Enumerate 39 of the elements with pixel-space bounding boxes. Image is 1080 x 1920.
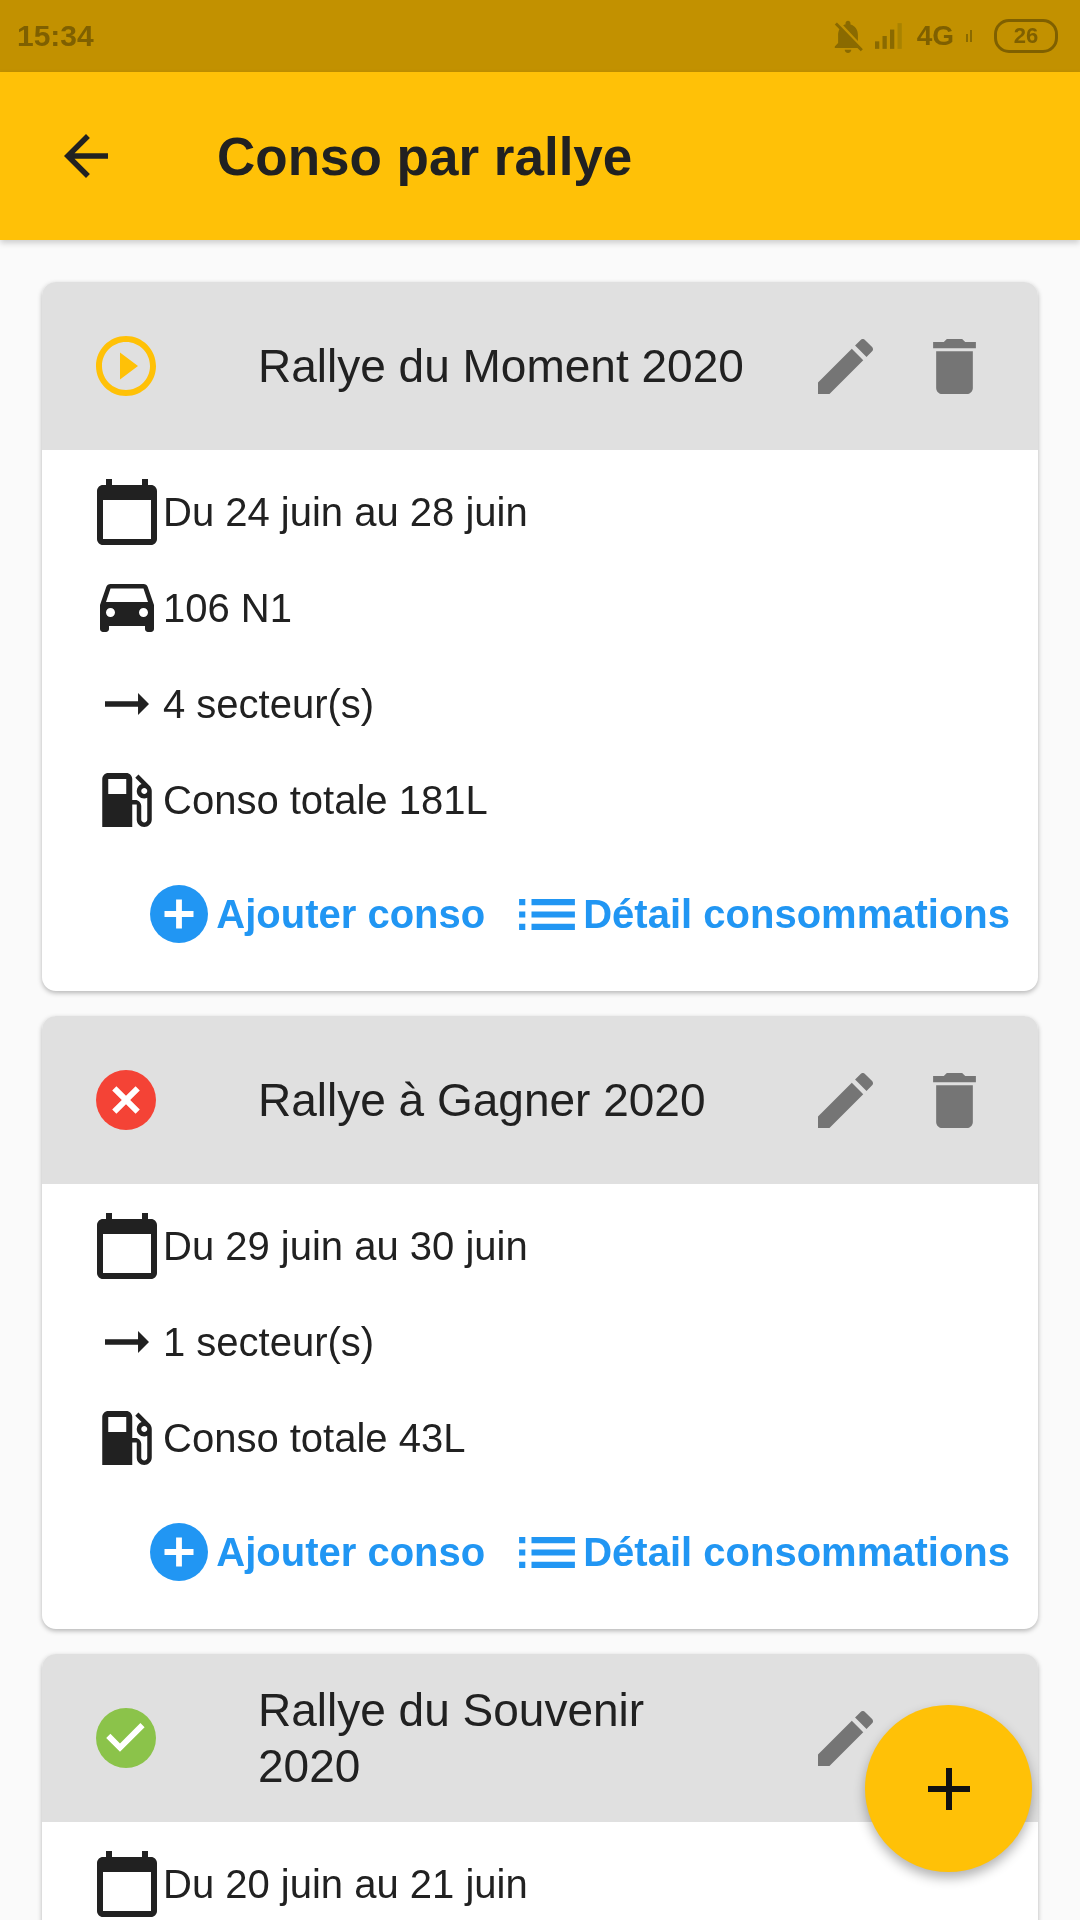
consumption-details-link[interactable]: Détail consommations [519,1529,1010,1575]
add-circle-icon [150,1523,209,1581]
screen-title: Conso par rallye [217,125,633,187]
edit-icon[interactable] [818,1710,873,1766]
edit-icon[interactable] [818,1072,873,1128]
sector-count-text: 1 secteur(s) [163,1319,375,1365]
calendar-icon [97,1213,157,1279]
battery-indicator: 26 [994,19,1058,53]
add-circle-icon [150,885,209,943]
delete-icon[interactable] [933,1072,976,1128]
rally-title: Rallye du Moment 2020 [258,339,744,394]
sector-count-text: 4 secteur(s) [163,681,375,727]
fuel-total-text: Conso totale 43L [163,1415,466,1461]
rally-title: Rallye à Gagner 2020 [258,1073,706,1128]
date-range-text: Du 29 juin au 30 juin [163,1223,528,1269]
fuel-pump-icon [102,773,152,827]
delete-icon[interactable] [933,338,976,394]
list-icon [519,1536,576,1568]
data-activity-icon [966,30,972,42]
fuel-total-text: Conso totale 181L [163,777,488,823]
calendar-icon [97,479,157,545]
network-type-label: 4G [916,20,954,52]
date-range-text: Du 20 juin au 21 juin [163,1861,528,1907]
calendar-icon [97,1851,157,1917]
bell-off-icon [832,19,863,53]
date-range-text: Du 24 juin au 28 juin [163,489,528,535]
add-consumption-link[interactable]: Ajouter conso [150,885,486,943]
consumption-details-link[interactable]: Détail consommations [519,891,1010,937]
status-time: 15:34 [17,19,94,53]
fuel-pump-icon [102,1411,152,1465]
car-icon [100,584,154,632]
rally-title: Rallye du Souvenir 2020 [258,1683,646,1794]
back-icon[interactable] [64,134,108,178]
add-consumption-link[interactable]: Ajouter conso [150,1523,486,1581]
signal-icon [874,23,905,49]
plus-icon [927,1767,970,1810]
car-model-text: 106 N1 [163,585,292,631]
edit-icon[interactable] [818,338,873,394]
list-icon [519,898,576,930]
